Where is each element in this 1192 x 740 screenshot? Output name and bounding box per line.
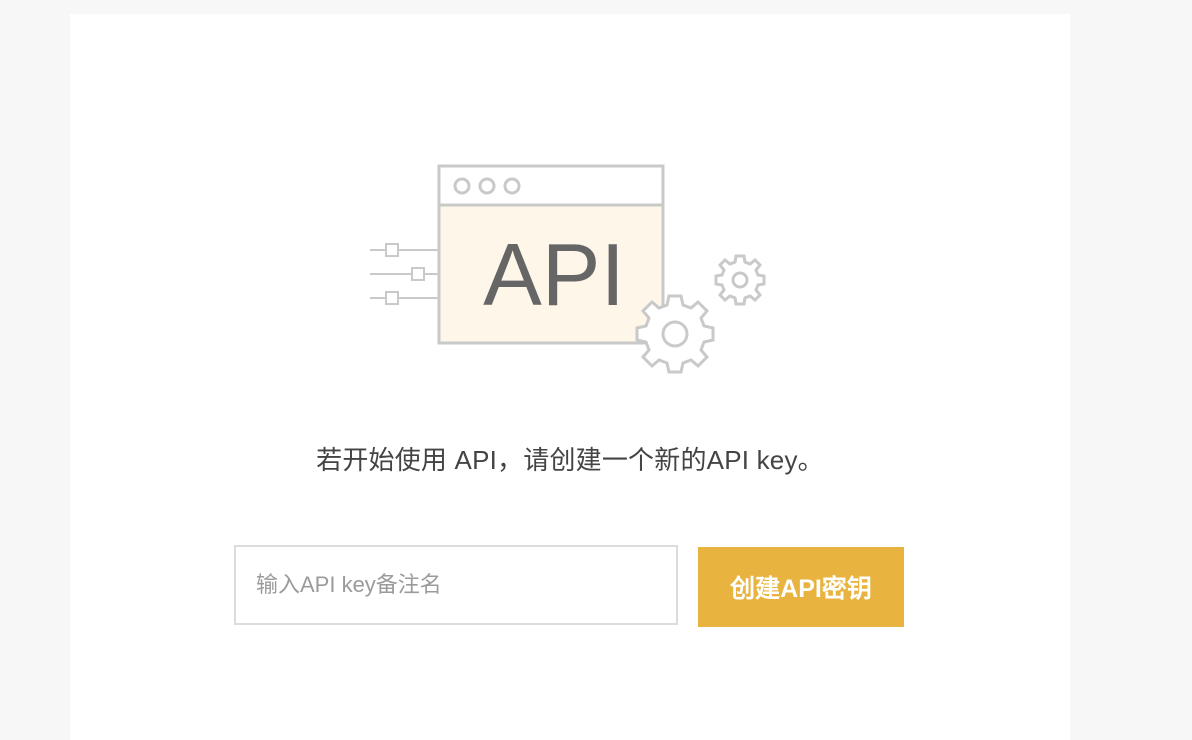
window-dots-icon [453, 177, 521, 195]
get-started-message: 若开始使用 API，请创建一个新的API key。 [316, 445, 824, 475]
create-api-key-form: 创建API密钥 [234, 545, 904, 627]
large-gear-icon [635, 294, 715, 374]
api-key-note-input[interactable] [234, 545, 678, 625]
api-key-card: API 若开始使用 API，请创建一个新的API key。 创建API密钥 [70, 14, 1070, 740]
create-api-key-button[interactable]: 创建API密钥 [698, 547, 904, 627]
api-window-icon: API [370, 164, 766, 374]
connector-lines-icon [370, 243, 438, 305]
small-gear-icon [714, 254, 766, 306]
api-illustration-label: API [483, 225, 625, 324]
api-illustration: API [370, 150, 770, 380]
